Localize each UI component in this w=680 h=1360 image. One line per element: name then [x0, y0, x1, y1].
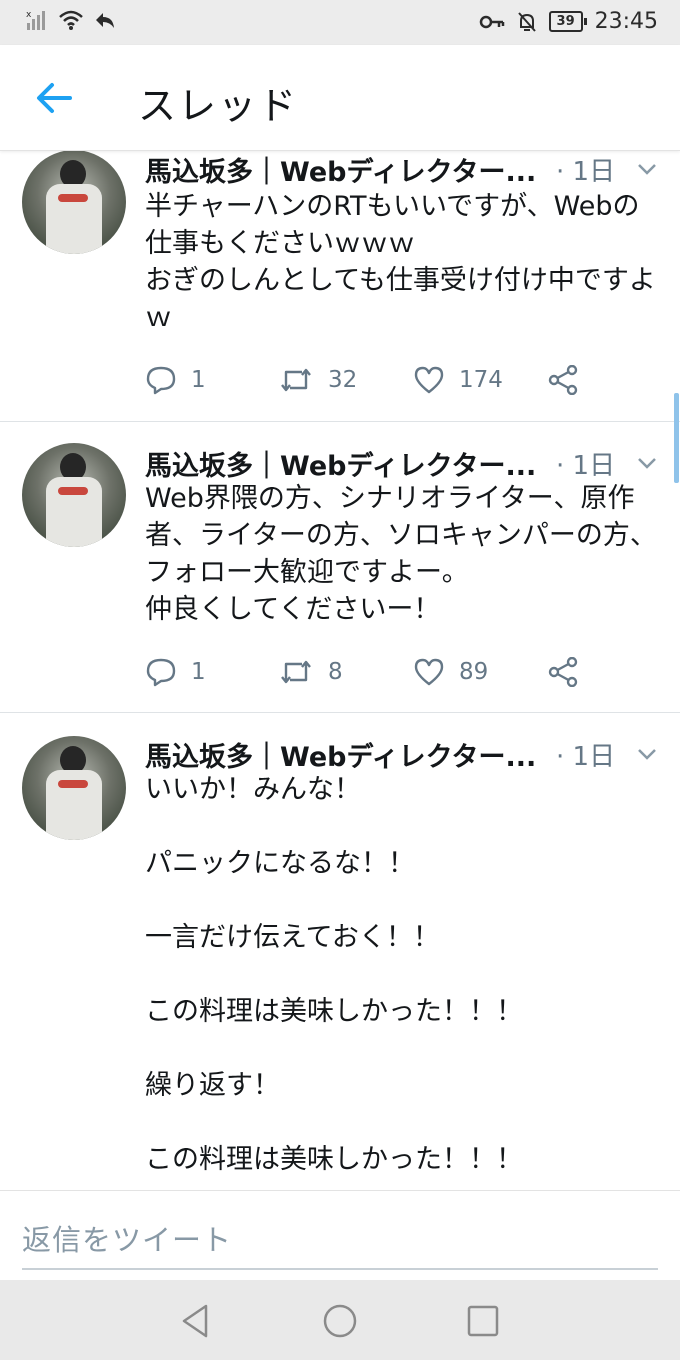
tweet-actions: 1 8 89 — [145, 657, 665, 693]
share-icon — [548, 365, 578, 395]
tweet-time[interactable]: · 1日 — [556, 151, 615, 188]
recents-square-icon[interactable] — [464, 1302, 502, 1340]
signal-icon: x — [26, 10, 45, 30]
reply-count: 1 — [191, 367, 206, 393]
tweet-text: いいか！みんな！ パニックになるな！！ 一言だけ伝えておく！！ この料理は美味し… — [145, 774, 523, 1175]
retweet-icon — [281, 368, 311, 392]
share-icon — [548, 657, 578, 687]
scrollbar[interactable] — [674, 393, 679, 483]
like-count: 89 — [459, 659, 489, 685]
heart-icon — [414, 658, 444, 686]
reply-button[interactable]: 1 — [145, 657, 206, 687]
reply-input-underline — [22, 1268, 658, 1270]
wifi-icon — [59, 10, 83, 30]
like-button[interactable]: 89 — [413, 657, 488, 687]
tweet-card[interactable]: 馬込坂多｜Webディレクター... · 1日 いいか！みんな！ パニックになるな… — [0, 712, 680, 1190]
reply-button[interactable]: 1 — [145, 365, 206, 395]
like-button[interactable]: 174 — [413, 365, 503, 395]
system-nav-bar — [0, 1280, 680, 1360]
chevron-down-icon[interactable] — [636, 456, 658, 470]
tweet-author-name[interactable]: 馬込坂多｜Webディレクター... — [145, 735, 536, 774]
reply-count: 1 — [191, 659, 206, 685]
avatar[interactable] — [22, 736, 126, 840]
page-title: スレッド — [138, 84, 299, 128]
tweet-card[interactable]: 馬込坂多｜Webディレクター... · 1日 半チャーハンのRTもいいですが、W… — [0, 150, 680, 422]
reply-icon — [146, 658, 176, 687]
svg-text:x: x — [26, 10, 32, 20]
retweet-button[interactable]: 32 — [278, 365, 357, 395]
home-circle-icon[interactable] — [321, 1302, 359, 1340]
reply-icon — [146, 366, 176, 395]
retweet-count: 32 — [328, 367, 358, 393]
tweet-text: 半チャーハンのRTもいいですが、Webの仕事もくださいｗｗｗ おぎのしんとしても… — [145, 191, 656, 333]
bell-off-icon — [517, 11, 536, 32]
reply-bar: 返信をツイート — [0, 1190, 680, 1281]
tweet-text: Web界隈の方、シナリオライター、原作者、ライターの方、ソロキャンパーの方、フォ… — [145, 483, 657, 625]
tweet-time[interactable]: · 1日 — [556, 445, 615, 482]
reply-arrow-icon — [96, 13, 114, 28]
share-button[interactable] — [547, 365, 579, 395]
heart-icon — [414, 366, 444, 394]
key-icon — [479, 15, 504, 28]
tweet-author-name[interactable]: 馬込坂多｜Webディレクター... — [145, 444, 536, 483]
status-time: 23:45 — [594, 9, 658, 34]
retweet-button[interactable]: 8 — [278, 657, 343, 687]
arrow-left-icon[interactable] — [30, 75, 76, 121]
retweet-count: 8 — [328, 659, 343, 685]
retweet-icon — [281, 660, 311, 684]
share-button[interactable] — [547, 657, 579, 687]
thread-header: スレッド — [0, 45, 680, 151]
chevron-down-icon[interactable] — [636, 162, 658, 176]
back-triangle-icon[interactable] — [176, 1302, 214, 1340]
thread-feed[interactable]: 馬込坂多｜Webディレクター... · 1日 半チャーハンのRTもいいですが、W… — [0, 150, 680, 1190]
tweet-author-name[interactable]: 馬込坂多｜Webディレクター... — [145, 150, 536, 189]
tweet-actions: 1 32 174 — [145, 365, 665, 401]
battery-icon: 39 — [548, 11, 587, 32]
like-count: 174 — [459, 367, 503, 393]
tweet-time[interactable]: · 1日 — [556, 736, 615, 773]
reply-input[interactable]: 返信をツイート — [22, 1217, 232, 1259]
tweet-card[interactable]: 馬込坂多｜Webディレクター... · 1日 Web界隈の方、シナリオライター、… — [0, 421, 680, 713]
chevron-down-icon[interactable] — [636, 747, 658, 761]
avatar[interactable] — [22, 443, 126, 547]
avatar[interactable] — [22, 150, 126, 254]
status-bar: x 39 23:45 — [0, 0, 680, 45]
